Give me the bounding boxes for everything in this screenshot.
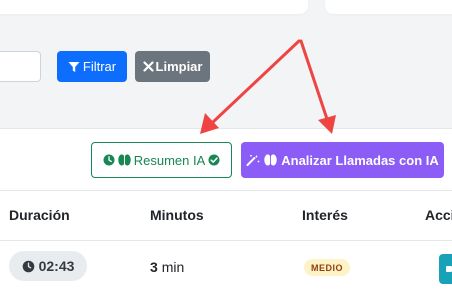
filter-button[interactable]: Filtrar: [57, 51, 127, 82]
clear-button[interactable]: Limpiar: [135, 51, 210, 82]
row-action-button[interactable]: [439, 254, 452, 284]
analyze-calls-button[interactable]: Analizar Llamadas con IA: [241, 142, 444, 178]
table-top-border: [0, 190, 452, 191]
check-circle-icon: [208, 154, 220, 166]
brain-icon: [264, 154, 277, 166]
ai-summary-button[interactable]: Resumen IA: [91, 142, 232, 178]
clear-button-label: Limpiar: [155, 59, 203, 74]
summary-card-left: [0, 0, 308, 14]
table-header-border: [0, 240, 452, 241]
filter-button-label: Filtrar: [82, 59, 117, 74]
analyze-calls-label: Analizar Llamadas con IA: [281, 152, 439, 168]
column-header-interest[interactable]: Interés: [302, 207, 348, 223]
search-input[interactable]: [0, 51, 41, 82]
x-icon: [142, 61, 154, 72]
minutes-unit: min: [161, 259, 185, 275]
minutes-value: 3: [150, 259, 158, 275]
brain-icon: [118, 154, 131, 166]
column-header-duration[interactable]: Duración: [9, 207, 70, 223]
duration-badge: 02:43: [9, 251, 87, 281]
column-header-actions: Acci: [425, 207, 452, 223]
interest-badge: MEDIO: [304, 259, 350, 276]
ai-summary-label: Resumen IA: [133, 152, 206, 168]
column-header-minutes[interactable]: Minutos: [150, 207, 204, 223]
magic-wand-icon: [246, 154, 260, 166]
duration-value: 02:43: [38, 258, 75, 274]
minutes-cell: 3 min: [150, 259, 184, 275]
clock-icon: [103, 154, 115, 166]
stopwatch-icon: [22, 260, 35, 273]
filter-icon: [68, 61, 80, 73]
summary-card-right: [325, 0, 452, 14]
